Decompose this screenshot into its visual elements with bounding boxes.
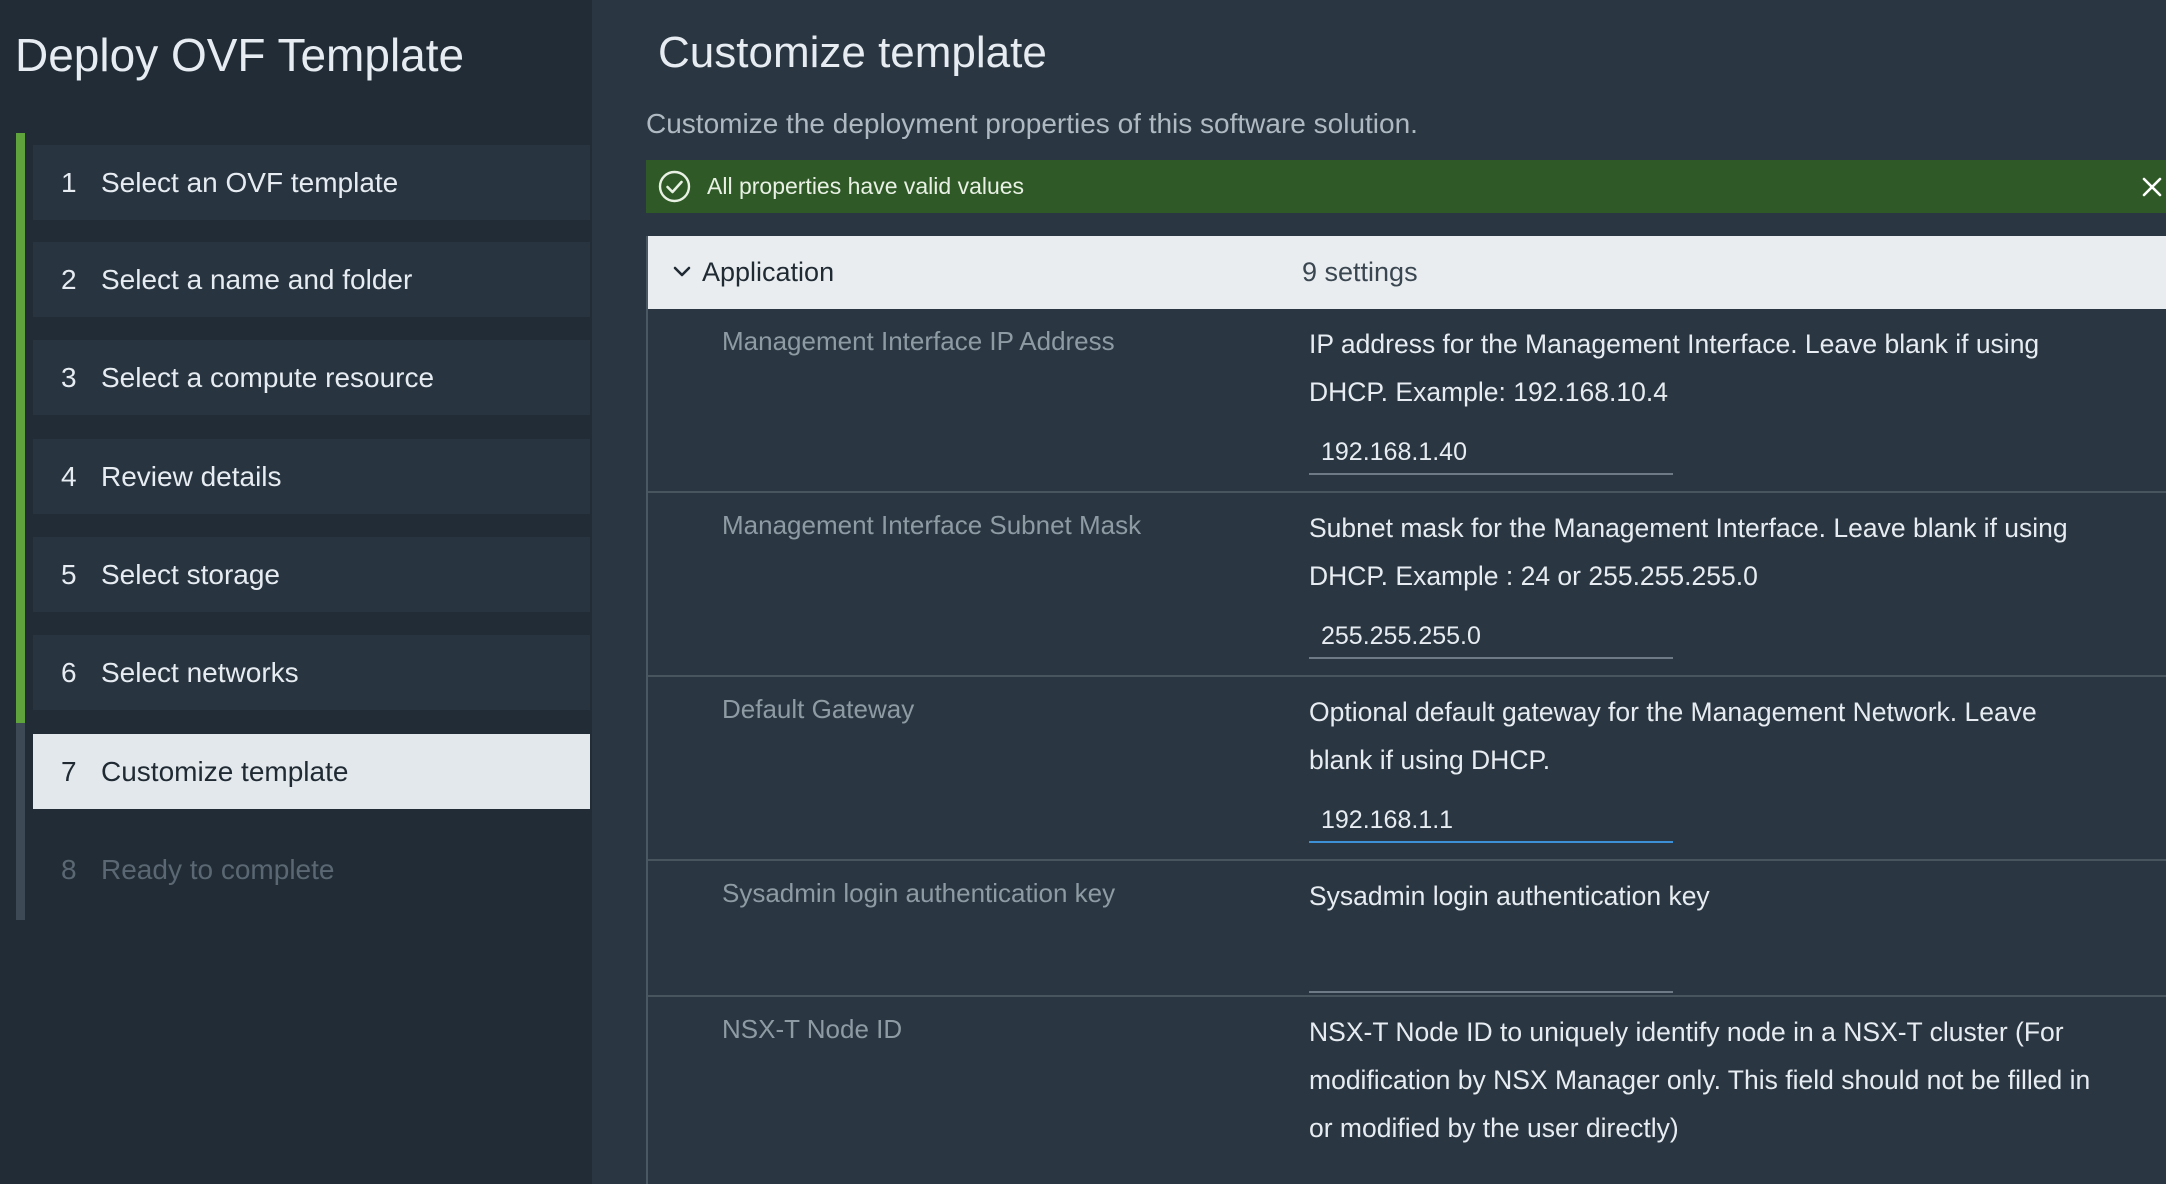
step-label: Ready to complete xyxy=(101,853,335,885)
description-line: Optional default gateway for the Managem… xyxy=(1309,697,2037,727)
property-description: Sysadmin login authentication key xyxy=(1309,872,2149,920)
step-label: Select storage xyxy=(101,558,280,590)
wizard-title: Deploy OVF Template xyxy=(15,29,465,81)
property-row-sysadmin-key: Sysadmin login authentication key Sysadm… xyxy=(648,861,2166,997)
step-number: 6 xyxy=(61,656,77,688)
step-number: 3 xyxy=(61,361,77,393)
description-line: IP address for the Management Interface.… xyxy=(1309,329,2040,359)
wizard-step-5[interactable]: 5 Select storage xyxy=(33,537,590,612)
wizard-step-1[interactable]: 1 Select an OVF template xyxy=(33,145,590,220)
step-label: Review details xyxy=(101,460,282,492)
sysadmin-key-input[interactable] xyxy=(1309,949,1673,993)
property-row-default-gateway: Default Gateway Optional default gateway… xyxy=(648,677,2166,861)
step-label: Customize template xyxy=(101,755,349,787)
mgmt-ip-input[interactable] xyxy=(1309,431,1673,475)
alert-message: All properties have valid values xyxy=(707,173,1025,199)
properties-grid: Application 9 settings Management Interf… xyxy=(646,236,2166,1184)
step-label: Select a name and folder xyxy=(101,263,413,295)
property-row-mgmt-ip: Management Interface IP Address IP addre… xyxy=(648,309,2166,493)
property-label: NSX-T Node ID xyxy=(722,1014,903,1044)
group-header-application[interactable]: Application 9 settings xyxy=(648,236,2166,309)
wizard-sidebar: Deploy OVF Template 1 Select an OVF temp… xyxy=(0,0,592,1184)
step-number: 7 xyxy=(61,755,77,787)
wizard-step-7[interactable]: 7 Customize template xyxy=(33,734,590,809)
description-line: Subnet mask for the Management Interface… xyxy=(1309,513,2068,543)
page-title: Customize template xyxy=(658,28,1047,77)
group-name: Application xyxy=(702,257,835,287)
step-number: 4 xyxy=(61,460,77,492)
wizard-step-4[interactable]: 4 Review details xyxy=(33,439,590,514)
default-gateway-input[interactable] xyxy=(1309,799,1673,843)
description-line: DHCP. Example : 24 or 255.255.255.0 xyxy=(1309,561,1758,591)
description-line: blank if using DHCP. xyxy=(1309,745,1551,775)
wizard-step-2[interactable]: 2 Select a name and folder xyxy=(33,242,590,317)
main-content: Customize template Customize the deploym… xyxy=(592,0,2166,1184)
description-line: modification by NSX Manager only. This f… xyxy=(1309,1065,2091,1095)
check-circle-icon xyxy=(658,170,691,203)
wizard-step-8: 8 Ready to complete xyxy=(33,832,590,907)
step-label: Select a compute resource xyxy=(101,361,435,393)
step-number: 2 xyxy=(61,263,77,295)
description-line: DHCP. Example: 192.168.10.4 xyxy=(1309,377,1668,407)
property-description: NSX-T Node ID to uniquely identify node … xyxy=(1309,1008,2149,1152)
property-description: Subnet mask for the Management Interface… xyxy=(1309,504,2149,600)
step-number: 5 xyxy=(61,558,77,590)
subnet-mask-input[interactable] xyxy=(1309,615,1673,659)
wizard-step-6[interactable]: 6 Select networks xyxy=(33,635,590,710)
step-label: Select networks xyxy=(101,656,299,688)
property-description: Optional default gateway for the Managem… xyxy=(1309,688,2149,784)
property-label: Management Interface Subnet Mask xyxy=(722,510,1142,540)
step-label: Select an OVF template xyxy=(101,166,399,198)
wizard-step-3[interactable]: 3 Select a compute resource xyxy=(33,340,590,415)
property-row-nsxt-node-id: NSX-T Node ID NSX-T Node ID to uniquely … xyxy=(648,997,2166,1184)
description-line: or modified by the user directly) xyxy=(1309,1113,1679,1143)
progress-rail-complete xyxy=(16,133,25,723)
property-row-subnet-mask: Management Interface Subnet Mask Subnet … xyxy=(648,493,2166,677)
validation-alert: All properties have valid values xyxy=(646,160,2166,213)
property-description: IP address for the Management Interface.… xyxy=(1309,320,2149,416)
description-line: Sysadmin login authentication key xyxy=(1309,881,1710,911)
progress-rail-remaining xyxy=(16,723,25,920)
property-label: Management Interface IP Address xyxy=(722,326,1115,356)
step-number: 1 xyxy=(61,166,77,198)
description-line: NSX-T Node ID to uniquely identify node … xyxy=(1309,1017,2064,1047)
group-settings-count: 9 settings xyxy=(1302,257,1418,287)
property-label: Sysadmin login authentication key xyxy=(722,878,1116,908)
property-label: Default Gateway xyxy=(722,694,915,724)
step-number: 8 xyxy=(61,853,77,885)
page-subtitle: Customize the deployment properties of t… xyxy=(646,108,1418,139)
close-icon[interactable] xyxy=(2138,173,2166,201)
chevron-down-icon[interactable] xyxy=(672,264,692,280)
